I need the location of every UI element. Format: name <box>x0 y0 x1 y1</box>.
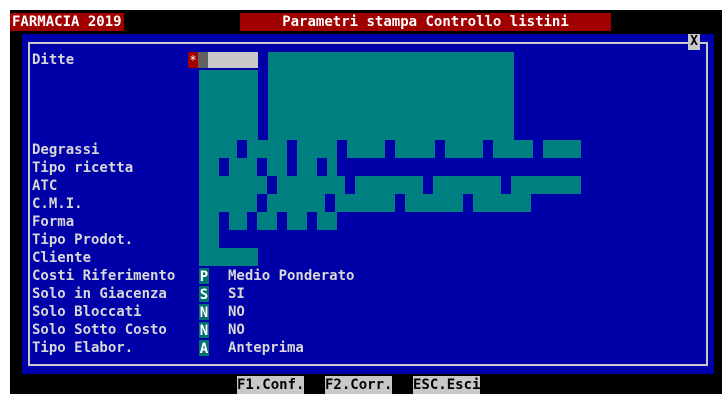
label-solo-sotto-costo: Solo Sotto Costo <box>32 322 167 338</box>
degrassi-field-seg <box>395 140 435 158</box>
solo-bloccati-value: NO <box>228 304 245 320</box>
text-cursor <box>198 52 208 68</box>
cmi-field-seg <box>267 194 325 212</box>
cmi-field-seg <box>405 194 463 212</box>
forma-field-seg <box>287 212 307 230</box>
tipo-ricetta-field-seg <box>297 158 317 176</box>
cliente-field[interactable] <box>199 248 258 266</box>
tipo-elabor-value: Anteprima <box>228 340 304 356</box>
atc-field-seg <box>277 176 345 194</box>
label-tipo-ricetta: Tipo ricetta <box>32 160 134 176</box>
cmi-field[interactable] <box>199 194 257 212</box>
label-cliente: Cliente <box>32 250 92 266</box>
atc-field[interactable] <box>199 176 267 194</box>
solo-sotto-costo-code[interactable]: N <box>199 322 209 339</box>
forma-field-seg <box>229 212 247 230</box>
degrassi-field-seg <box>297 140 337 158</box>
cmi-field-seg <box>335 194 395 212</box>
window-title: Parametri stampa Controllo listini <box>240 13 611 31</box>
label-ditte: Ditte <box>32 52 75 68</box>
degrassi-field-seg <box>247 140 287 158</box>
app-title: FARMACIA 2019 <box>10 13 124 31</box>
degrassi-field-seg <box>445 140 483 158</box>
close-icon[interactable]: X <box>688 34 700 50</box>
cmi-field-seg <box>473 194 531 212</box>
costi-riferimento-value: Medio Ponderato <box>228 268 355 284</box>
label-solo-bloccati: Solo Bloccati <box>32 304 142 320</box>
required-marker: * <box>188 52 198 68</box>
label-atc: ATC <box>32 178 58 194</box>
atc-field-seg <box>433 176 501 194</box>
tipo-ricetta-field-seg <box>267 158 287 176</box>
label-solo-giacenza: Solo in Giacenza <box>32 286 167 302</box>
degrassi-field[interactable] <box>199 140 237 158</box>
degrassi-field-seg <box>493 140 533 158</box>
confirm-button[interactable]: F1.Conf. <box>237 376 305 394</box>
degrassi-field-seg <box>347 140 385 158</box>
forma-field-seg <box>317 212 337 230</box>
forma-field[interactable] <box>199 212 219 230</box>
ditte-list-area[interactable] <box>268 52 514 140</box>
solo-giacenza-code[interactable]: S <box>199 286 209 303</box>
correct-button[interactable]: F2.Corr. <box>325 376 393 394</box>
label-tipo-prodot: Tipo Prodot. <box>32 232 134 248</box>
solo-bloccati-code[interactable]: N <box>199 304 209 321</box>
tipo-elabor-code[interactable]: A <box>199 340 209 357</box>
tipo-ricetta-field[interactable] <box>199 158 219 176</box>
solo-sotto-costo-value: NO <box>228 322 245 338</box>
ditte-code-column <box>199 70 258 140</box>
forma-field-seg <box>257 212 277 230</box>
degrassi-field-seg <box>543 140 581 158</box>
tipo-prodot-field[interactable] <box>199 230 219 248</box>
tipo-ricetta-field-seg <box>229 158 257 176</box>
escape-button[interactable]: ESC.Esci <box>413 376 481 394</box>
label-cmi: C.M.I. <box>32 196 83 212</box>
atc-field-seg <box>511 176 581 194</box>
atc-field-seg <box>355 176 423 194</box>
label-costi-riferimento: Costi Riferimento <box>32 268 176 284</box>
costi-riferimento-code[interactable]: P <box>199 268 209 285</box>
label-tipo-elabor: Tipo Elabor. <box>32 340 134 356</box>
solo-giacenza-value: SI <box>228 286 245 302</box>
tipo-ricetta-field-seg <box>327 158 337 176</box>
label-forma: Forma <box>32 214 75 230</box>
label-degrassi: Degrassi <box>32 142 100 158</box>
